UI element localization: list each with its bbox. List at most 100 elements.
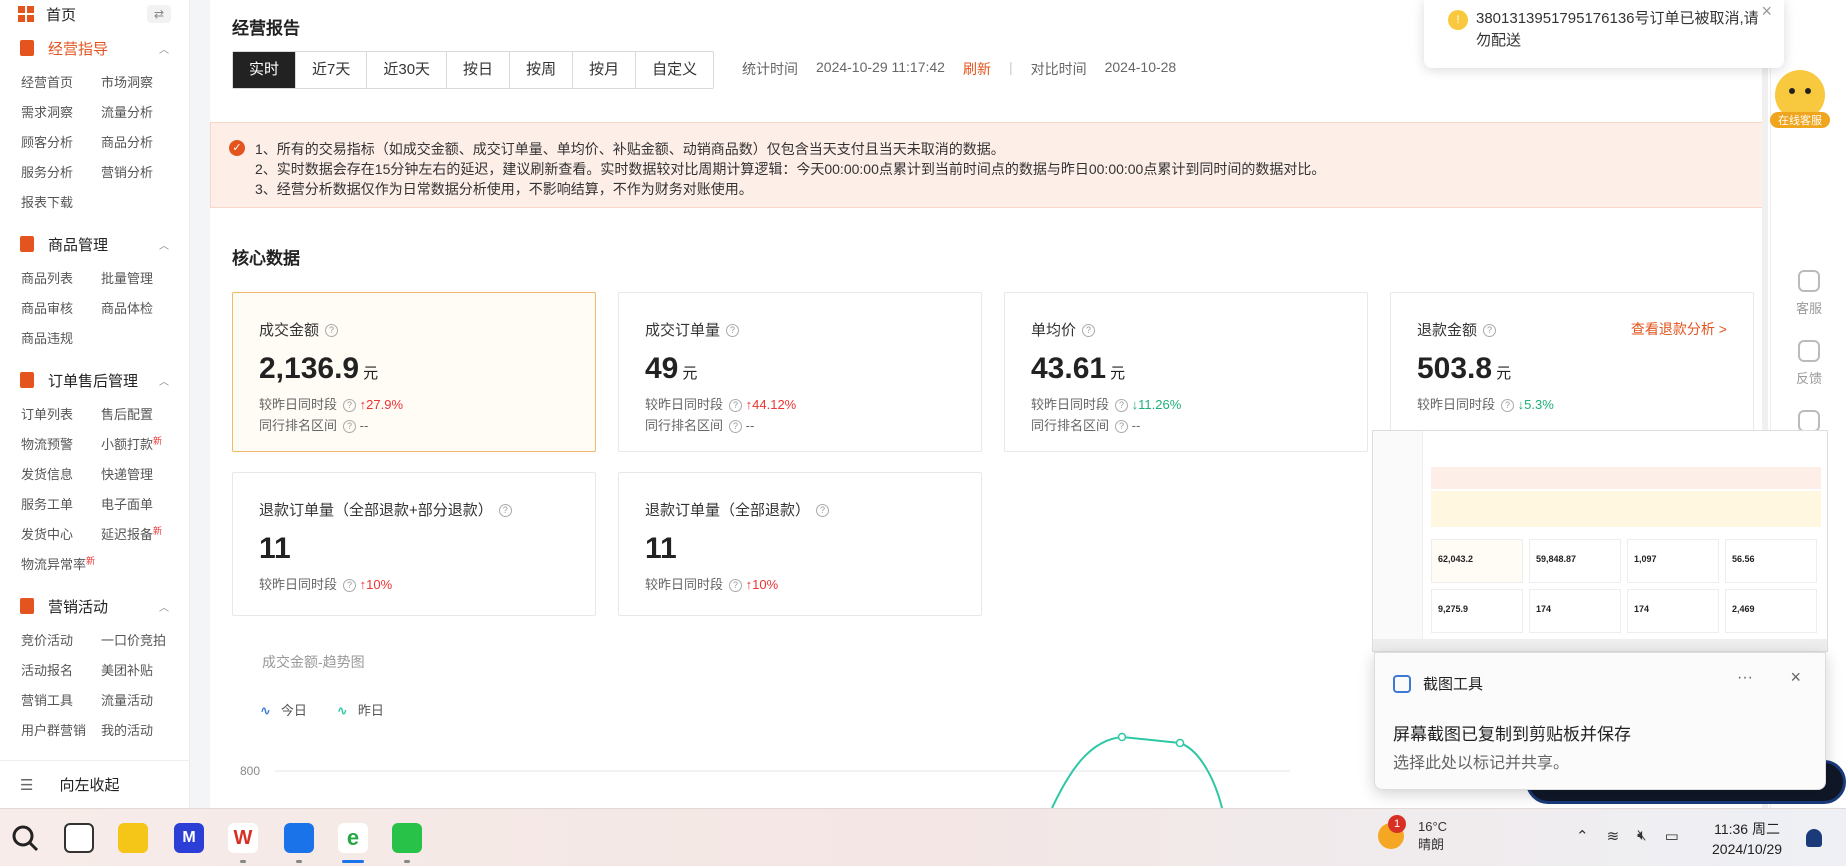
sidebar-item[interactable]: 营销工具 (21, 686, 101, 716)
period-tab[interactable]: 实时 (233, 52, 297, 88)
sidebar-item[interactable]: 商品体检 (101, 294, 181, 324)
sidebar-item[interactable]: 我的活动 (101, 716, 181, 746)
help-icon[interactable]: ? (343, 579, 357, 593)
sidebar-home[interactable]: 首页 ⇄ (0, 0, 189, 28)
period-tab[interactable]: 自定义 (636, 52, 713, 88)
help-icon[interactable]: ? (1501, 399, 1515, 413)
sidebar-item[interactable]: 售后配置 (101, 400, 181, 430)
sidebar-item[interactable]: 一口价竞拍 (101, 626, 181, 656)
sidebar-item[interactable]: 商品列表 (21, 264, 101, 294)
weather-widget[interactable]: 1 16°C 晴朗 (1378, 815, 1447, 853)
help-icon[interactable]: ? (343, 399, 357, 413)
sidebar-item[interactable]: 流量活动 (101, 686, 181, 716)
metric-card[interactable]: 成交金额? 2,136.9 元较昨日同时段? ↑27.9% 同行排名区间? -- (232, 292, 596, 452)
sidebar-item[interactable]: 用户群营销 (21, 716, 101, 746)
collapse-sidebar-button[interactable]: ☰ 向左收起 (0, 760, 189, 808)
period-tab[interactable]: 按日 (447, 52, 511, 88)
task-view-icon[interactable] (64, 823, 94, 853)
help-icon[interactable]: ? (816, 504, 830, 518)
sidebar-item[interactable]: 服务工单 (21, 490, 101, 520)
help-icon[interactable]: ? (726, 324, 740, 338)
sidebar-group-title[interactable]: 订单售后管理 ︿ (0, 360, 189, 400)
sidebar-item[interactable]: 订单列表 (21, 400, 101, 430)
period-tab[interactable]: 按月 (573, 52, 637, 88)
search-icon[interactable] (10, 823, 40, 853)
close-icon[interactable]: × (1790, 667, 1801, 688)
wps-icon[interactable]: W (228, 823, 258, 863)
lark-icon[interactable] (284, 823, 314, 863)
sidebar-item[interactable]: 延迟报备新 (101, 520, 181, 550)
help-icon[interactable]: ? (343, 420, 357, 434)
sidebar-group-title[interactable]: 经营指导 ︿ (0, 28, 189, 68)
sidebar-item[interactable]: 报表下载 (21, 188, 101, 218)
sidebar-item[interactable]: 商品违规 (21, 324, 101, 354)
online-service-bot[interactable]: 在线客服 (1770, 70, 1830, 134)
wifi-icon[interactable]: ≋ (1607, 827, 1620, 845)
screenshot-thumbnail[interactable]: 62,043.2 59,848.87 1,097 56.56 9,275.9 1… (1372, 430, 1828, 652)
help-icon[interactable]: ? (325, 324, 339, 338)
sidebar-item[interactable]: 流量分析 (101, 98, 181, 128)
sidebar-item[interactable]: 市场洞察 (101, 68, 181, 98)
clock[interactable]: 11:36 周二 2024/10/29 (1712, 819, 1782, 859)
sidebar-item[interactable]: 美团补贴 (101, 656, 181, 686)
notification-bell-icon[interactable] (1806, 829, 1822, 847)
help-icon[interactable]: ? (1115, 399, 1129, 413)
volume-muted-icon[interactable]: 🔇︎ (1637, 827, 1646, 845)
period-tab[interactable]: 按周 (510, 52, 574, 88)
sidebar-group-items: 商品列表 批量管理 商品审核 商品体检 商品违规 (0, 264, 189, 360)
period-tab[interactable]: 近30天 (367, 52, 448, 88)
period-tab[interactable]: 近7天 (296, 52, 368, 88)
compare-row: 较昨日同时段? ↑10% (259, 577, 393, 593)
sidebar-item[interactable]: 商品分析 (101, 128, 181, 158)
sidebar-item[interactable]: 物流异常率新 (21, 550, 101, 580)
sidebar-item[interactable]: 批量管理 (101, 264, 181, 294)
sidebar-item[interactable]: 经营首页 (21, 68, 101, 98)
help-icon[interactable]: ? (1082, 324, 1096, 338)
metric-card[interactable]: 成交订单量? 49 元较昨日同时段? ↑44.12% 同行排名区间? -- (618, 292, 982, 452)
metric-card[interactable]: 单均价? 43.61 元较昨日同时段? ↓11.26% 同行排名区间? -- (1004, 292, 1368, 452)
legend-today[interactable]: ∿ 今日 (260, 700, 307, 719)
sidebar-item[interactable]: 发货信息 (21, 460, 101, 490)
metric-label: 退款订单量（全部退款+部分退款） (259, 502, 493, 519)
stat-time-label: 统计时间 (742, 61, 798, 77)
sidebar-item[interactable]: 服务分析 (21, 158, 101, 188)
wechat-icon[interactable] (392, 823, 422, 863)
sidebar-item[interactable]: 顾客分析 (21, 128, 101, 158)
swap-icon[interactable]: ⇄ (147, 5, 171, 23)
metric-unit: 元 (363, 365, 379, 382)
more-options-icon[interactable]: ··· (1737, 669, 1753, 687)
sidebar-item-label: 订单列表 (21, 407, 74, 422)
help-icon[interactable]: ? (729, 420, 743, 434)
sidebar-item[interactable]: 活动报名 (21, 656, 101, 686)
metric-card[interactable]: 退款订单量（全部退款）? 11 较昨日同时段? ↑10% (618, 472, 982, 616)
sidebar-group-title[interactable]: 营销活动 ︿ (0, 586, 189, 626)
customer-service-button[interactable]: 客服 (1771, 270, 1846, 317)
help-icon[interactable]: ? (1115, 420, 1129, 434)
legend-yesterday[interactable]: ∿ 昨日 (337, 700, 384, 719)
sidebar-item[interactable]: 商品审核 (21, 294, 101, 324)
metric-card[interactable]: 退款订单量（全部退款+部分退款）? 11 较昨日同时段? ↑10% (232, 472, 596, 616)
sidebar-item[interactable]: 需求洞察 (21, 98, 101, 128)
refresh-link[interactable]: 刷新 (963, 59, 991, 79)
file-explorer-icon[interactable] (118, 823, 148, 853)
battery-icon[interactable]: ▭ (1665, 827, 1679, 845)
sidebar-group-title[interactable]: 商品管理 ︿ (0, 224, 189, 264)
sidebar-item[interactable]: 物流预警 (21, 430, 101, 460)
sidebar-item[interactable]: 小额打款新 (101, 430, 181, 460)
chevron-up-icon[interactable]: ⌃ (1576, 827, 1589, 845)
refund-analysis-link[interactable]: 查看退款分析 > (1631, 319, 1727, 339)
metric-card[interactable]: 退款金额? 503.8 元较昨日同时段? ↓5.3% 查看退款分析 > (1390, 292, 1754, 452)
sidebar-item[interactable]: 电子面单 (101, 490, 181, 520)
help-icon[interactable]: ? (729, 399, 743, 413)
browser-icon[interactable]: e (338, 823, 368, 863)
help-icon[interactable]: ? (498, 504, 512, 518)
app-icon[interactable]: M (174, 823, 204, 853)
close-icon[interactable]: × (1761, 0, 1772, 22)
feedback-button[interactable]: 反馈 (1771, 340, 1846, 387)
sidebar-item[interactable]: 快递管理 (101, 460, 181, 490)
snipping-tool-notification[interactable]: 截图工具 ··· × 屏幕截图已复制到剪贴板并保存 选择此处以标记并共享。 (1374, 652, 1826, 790)
sidebar-item[interactable]: 营销分析 (101, 158, 181, 188)
sidebar-item[interactable]: 竞价活动 (21, 626, 101, 656)
help-icon[interactable]: ? (729, 579, 743, 593)
help-icon[interactable]: ? (1483, 324, 1497, 338)
